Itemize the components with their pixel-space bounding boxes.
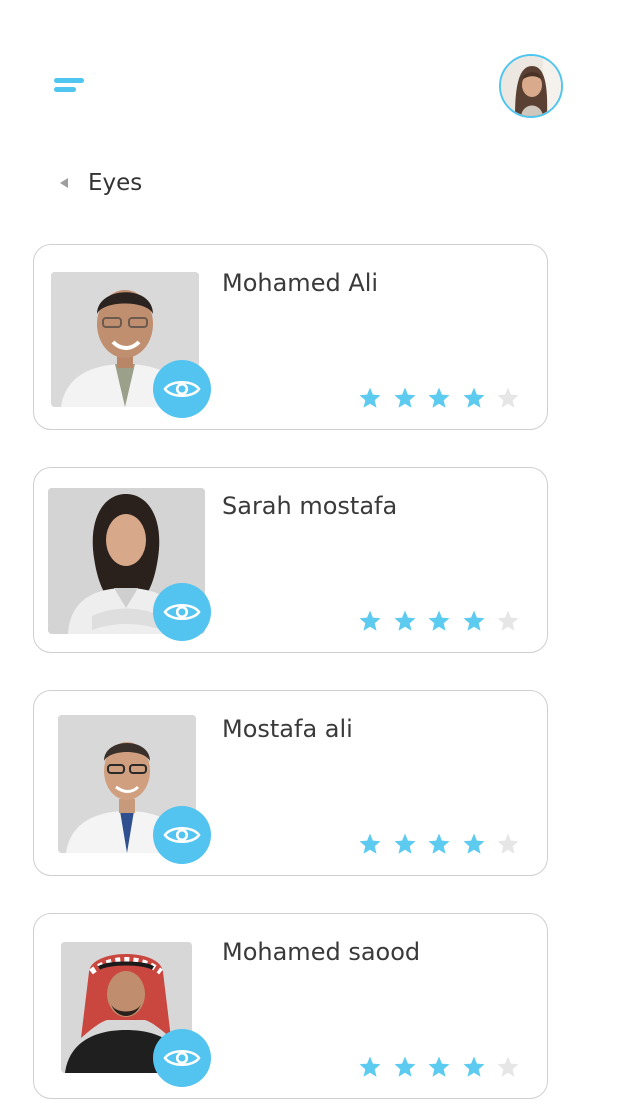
menu-bar-top (54, 78, 84, 83)
rating-stars (358, 1055, 531, 1079)
star-filled-icon (428, 833, 450, 854)
doctor-card[interactable]: Mostafa ali (33, 690, 548, 876)
star-filled-icon (394, 833, 415, 854)
page-title: Eyes (88, 170, 143, 196)
star-filled-icon (359, 833, 381, 854)
view-doctor-button[interactable] (153, 360, 211, 418)
star-filled-icon (463, 833, 484, 854)
star-filled-icon (359, 610, 381, 631)
back-button[interactable]: Eyes (60, 166, 142, 200)
doctor-name: Mohamed Ali (222, 269, 379, 297)
doctor-card[interactable]: Mohamed Ali (33, 244, 548, 430)
star-empty-icon (497, 1056, 519, 1077)
view-doctor-button[interactable] (153, 583, 211, 641)
star-filled-icon (463, 387, 484, 408)
star-filled-icon (359, 387, 381, 408)
star-filled-icon (394, 1056, 415, 1077)
eye-icon (163, 380, 201, 398)
star-filled-icon (463, 610, 484, 631)
view-doctor-button[interactable] (153, 1029, 211, 1087)
rating-stars (358, 609, 531, 633)
eye-icon (163, 826, 201, 844)
doctor-card[interactable]: Sarah mostafa (33, 467, 548, 653)
star-empty-icon (497, 833, 519, 854)
doctor-name: Mohamed saood (222, 938, 421, 966)
star-filled-icon (463, 1056, 484, 1077)
star-filled-icon (428, 387, 450, 408)
rating-stars (358, 832, 531, 856)
doctor-name: Sarah mostafa (222, 492, 398, 520)
rating-stars (358, 386, 531, 410)
star-filled-icon (359, 1056, 381, 1077)
star-filled-icon (428, 1056, 450, 1077)
avatar-portrait (501, 56, 561, 116)
doctor-name: Mostafa ali (222, 715, 353, 743)
eye-icon (163, 603, 201, 621)
star-filled-icon (428, 610, 450, 631)
star-empty-icon (497, 610, 519, 631)
star-empty-icon (497, 387, 519, 408)
star-filled-icon (394, 387, 415, 408)
view-doctor-button[interactable] (153, 806, 211, 864)
doctor-card[interactable]: Mohamed saood (33, 913, 548, 1099)
user-avatar[interactable] (499, 54, 563, 118)
menu-button[interactable] (52, 74, 88, 100)
star-filled-icon (394, 610, 415, 631)
back-triangle-icon (60, 178, 68, 188)
menu-bar-bottom (54, 87, 76, 92)
eye-icon (163, 1049, 201, 1067)
